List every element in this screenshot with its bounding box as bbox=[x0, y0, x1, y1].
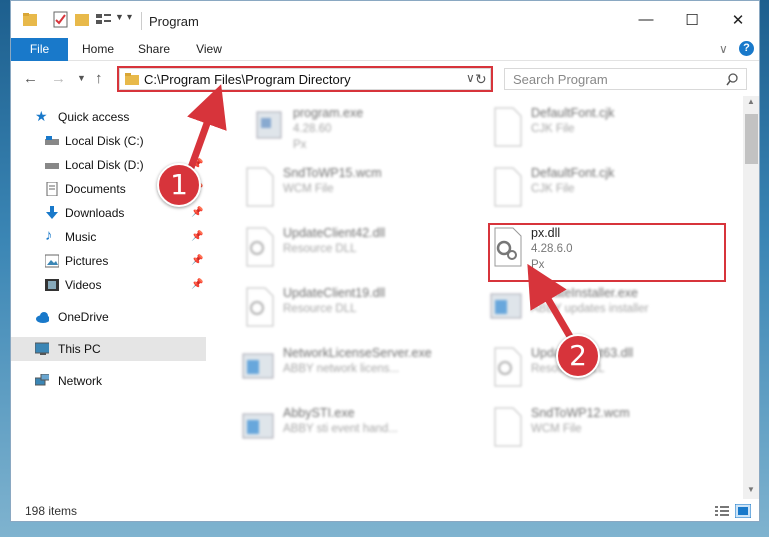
step-1-badge: 1 bbox=[157, 163, 201, 207]
step-2-badge: 2 bbox=[556, 334, 600, 378]
annotation-arrows bbox=[184, 84, 579, 347]
arrow-to-address-bar bbox=[184, 84, 227, 178]
